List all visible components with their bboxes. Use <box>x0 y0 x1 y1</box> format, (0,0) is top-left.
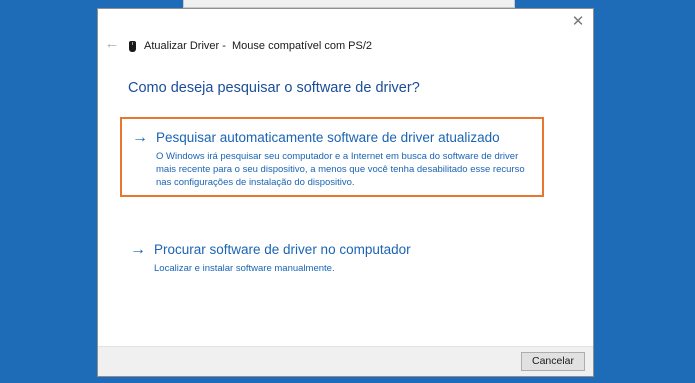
dialog-title: Atualizar Driver - Mouse compatível com … <box>144 40 373 52</box>
cancel-button[interactable]: Cancelar <box>521 352 585 371</box>
option-title[interactable]: Procurar software de driver no computado… <box>154 242 411 257</box>
option-search-automatically[interactable]: → Pesquisar automaticamente software de … <box>120 117 544 197</box>
dialog-footer: Cancelar <box>98 346 593 376</box>
mouse-icon <box>129 40 136 52</box>
arrow-right-icon: → <box>130 241 146 258</box>
page-heading: Como deseja pesquisar o software de driv… <box>128 80 420 96</box>
option-description: Localizar e instalar software manualment… <box>154 263 335 274</box>
option-description: O Windows irá pesquisar seu computador e… <box>156 151 525 188</box>
background-window-strip <box>183 0 515 8</box>
update-driver-dialog: ✕ ← Atualizar Driver - Mouse compatível … <box>97 8 594 377</box>
close-icon[interactable]: ✕ <box>569 13 587 31</box>
back-arrow-icon[interactable]: ← <box>104 36 120 52</box>
dialog-title-row: Atualizar Driver - Mouse compatível com … <box>129 40 372 52</box>
arrow-right-icon: → <box>132 129 148 146</box>
option-title[interactable]: Pesquisar automaticamente software de dr… <box>156 130 500 145</box>
